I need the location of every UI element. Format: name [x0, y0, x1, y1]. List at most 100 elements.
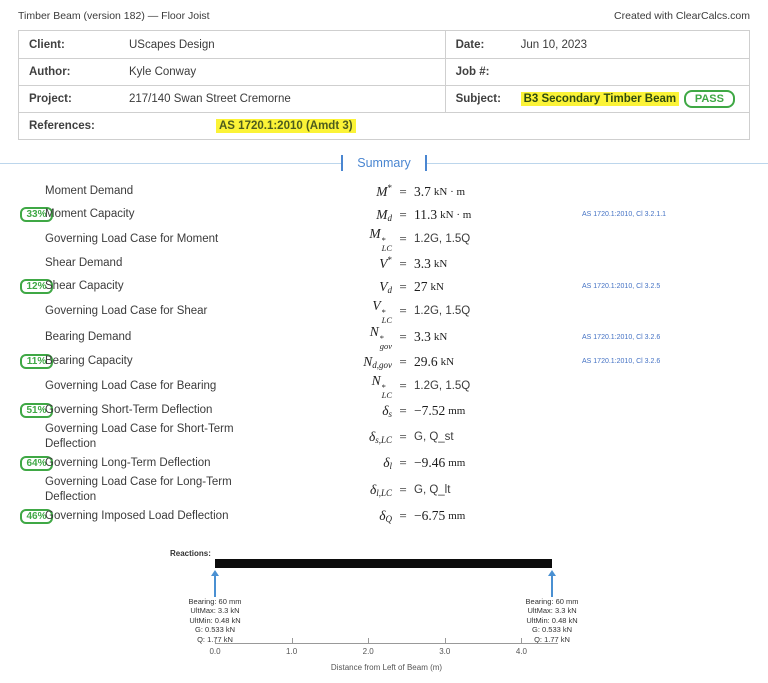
- formula-unit: kN · m: [440, 208, 472, 221]
- reaction-line: G: 0.533 kN: [194, 625, 236, 635]
- divider-line: [0, 162, 342, 164]
- summary-row: Governing Load Case for Moment M * LC = 1.2G,…: [0, 226, 768, 252]
- equals-sign: =: [399, 231, 407, 246]
- code-reference: AS 1720.1:2010, Cl 3.2.5: [582, 283, 661, 290]
- clearcalcs-credit: Created with ClearCalcs.com: [614, 10, 750, 22]
- arrow-shaft: [551, 574, 554, 597]
- equals-sign: =: [399, 508, 407, 524]
- formula-symbol: Vd: [379, 278, 392, 295]
- formula-value: −7.52: [414, 402, 446, 418]
- summary-row-label: Governing Long-Term Deflection: [45, 456, 211, 469]
- formula-unit: kN: [433, 331, 448, 343]
- support-reaction-label: Bearing: 60 mm UltMax: 3.3 kN UltMin: 0.48…: [150, 597, 280, 644]
- summary-row: Governing Load Case for Bearing N * LC = 1.2G…: [0, 373, 768, 399]
- reaction-line: UltMin: 0.48 kN: [189, 615, 241, 625]
- summary-section-header: Summary: [0, 154, 768, 172]
- summary-row: 46% Governing Imposed Load Deflection δQ = −…: [0, 505, 768, 528]
- axis-tick-label: 0.0: [209, 647, 221, 656]
- summary-row-label: Moment Demand: [45, 185, 134, 198]
- x-axis-line: [215, 643, 558, 644]
- summary-row-label: Governing Imposed Load Deflection: [45, 509, 229, 522]
- summary-row-label: Shear Capacity: [45, 280, 124, 293]
- equals-sign: =: [399, 481, 407, 497]
- summary-row-label: Bearing Capacity: [45, 355, 133, 368]
- summary-formula: Vd = 27 kN: [292, 279, 520, 295]
- summary-row-label: Governing Load Case for Long-Term Deflec…: [45, 475, 232, 503]
- summary-formula: M* = 3.7 kN · m: [292, 183, 520, 200]
- summary-formula: δs,LC = G, Q_st: [292, 429, 520, 445]
- date-label: Date:: [455, 38, 485, 51]
- reaction-line: Bearing: 60 mm: [525, 597, 579, 606]
- formula-unit: mm: [448, 404, 466, 417]
- symbol-subscript: LC: [381, 314, 392, 325]
- project-label: Project:: [29, 93, 72, 105]
- formula-value: 11.3: [414, 206, 438, 222]
- symbol-subscript: gov: [379, 340, 392, 351]
- references-label: References:: [29, 120, 95, 132]
- summary-row: 51% Governing Short-Term Deflection δs = −7.…: [0, 399, 768, 422]
- document-title: Timber Beam (version 182) — Floor Joist: [18, 10, 210, 22]
- reaction-arrow: [210, 570, 220, 597]
- summary-row: Shear Demand V* = 3.3 kN: [0, 252, 768, 275]
- formula-symbol: Md: [376, 206, 392, 223]
- formula-symbol: δs: [382, 402, 392, 419]
- formula-value: 3.7: [414, 183, 431, 199]
- symbol-sup-sub: * LC: [381, 308, 392, 325]
- reaction-line: UltMax: 3.3 kN: [190, 606, 240, 616]
- axis-tick: [291, 638, 293, 643]
- reaction-line: UltMax: 3.3 kN: [527, 606, 577, 616]
- summary-formula: Nd,gov = 29.6 kN: [292, 354, 520, 370]
- summary-row-label: Governing Short-Term Deflection: [45, 404, 213, 417]
- project-info-table: Client: UScapes Design Date: Jun 10, 202…: [18, 30, 750, 140]
- reaction-arrow: [547, 570, 557, 597]
- code-reference: AS 1720.1:2010, Cl 3.2.1.1: [582, 211, 667, 218]
- symbol-sup-sub: * LC: [381, 236, 392, 253]
- summary-title: Summary: [357, 156, 411, 170]
- code-reference: AS 1720.1:2010, Cl 3.2.6: [582, 333, 661, 341]
- date-value: Jun 10, 2023: [520, 38, 588, 51]
- utilization-badge-cell: 12%: [0, 279, 53, 294]
- symbol-sup-sub: * LC: [381, 383, 392, 400]
- formula-unit: kN: [430, 280, 444, 293]
- formula-value: G, Q_st: [414, 430, 454, 443]
- axis-tick: [215, 638, 216, 643]
- x-axis-title: Distance from Left of Beam (m): [330, 663, 443, 672]
- formula-value: 1.2G, 1.5Q: [414, 233, 471, 245]
- axis-tick: [368, 638, 370, 643]
- equals-sign: =: [399, 183, 407, 199]
- utilization-badge-cell: 33%: [0, 207, 53, 222]
- equals-sign: =: [399, 329, 407, 344]
- summary-row: 64% Governing Long-Term Deflection δl = −9.4…: [0, 452, 768, 475]
- equals-sign: =: [399, 278, 407, 294]
- author-label: Author:: [29, 66, 71, 78]
- equals-sign: =: [399, 428, 407, 444]
- symbol-subscript: LC: [381, 389, 392, 400]
- formula-symbol: δQ: [379, 508, 392, 525]
- summary-formula: V * LC = 1.2G, 1.5Q: [292, 298, 520, 324]
- equals-sign: =: [399, 303, 407, 318]
- report-page: Timber Beam (version 182) — Floor Joist …: [0, 0, 768, 683]
- pass-status-badge: PASS: [683, 90, 735, 108]
- table-row: Project: 217/140 Swan Street Cremorne Su…: [19, 85, 749, 112]
- formula-value: 29.6: [414, 353, 438, 369]
- summary-formula: Md = 11.3 kN · m: [292, 207, 520, 223]
- summary-row-label: Bearing Demand: [45, 330, 132, 343]
- formula-symbol: δl: [383, 455, 392, 472]
- equals-sign: =: [399, 206, 407, 222]
- formula-symbol: δl,LC: [369, 481, 392, 498]
- summary-row: Governing Load Case for Long-Term Deflec…: [0, 475, 768, 505]
- equals-sign: =: [399, 455, 407, 471]
- equals-sign: =: [399, 353, 407, 369]
- table-row: References: AS 1720.1:2010 (Amdt 3): [19, 112, 749, 139]
- equals-sign: =: [399, 255, 407, 271]
- formula-value: 3.3: [414, 329, 431, 344]
- summary-row: Bearing Demand N * gov = 3.3 kN AS 1720.1:2010,…: [0, 324, 768, 350]
- formula-value: −6.75: [414, 508, 446, 524]
- summary-row: Governing Load Case for Short-Term Defle…: [0, 422, 768, 452]
- symbol-subscript: LC: [381, 242, 392, 253]
- formula-symbol: V * LC: [372, 298, 392, 325]
- summary-formula: M * LC = 1.2G, 1.5Q: [292, 226, 520, 252]
- formula-value: 1.2G, 1.5Q: [414, 380, 471, 392]
- summary-formula: N * LC = 1.2G, 1.5Q: [292, 373, 520, 399]
- utilization-badge-cell: 51%: [0, 403, 53, 418]
